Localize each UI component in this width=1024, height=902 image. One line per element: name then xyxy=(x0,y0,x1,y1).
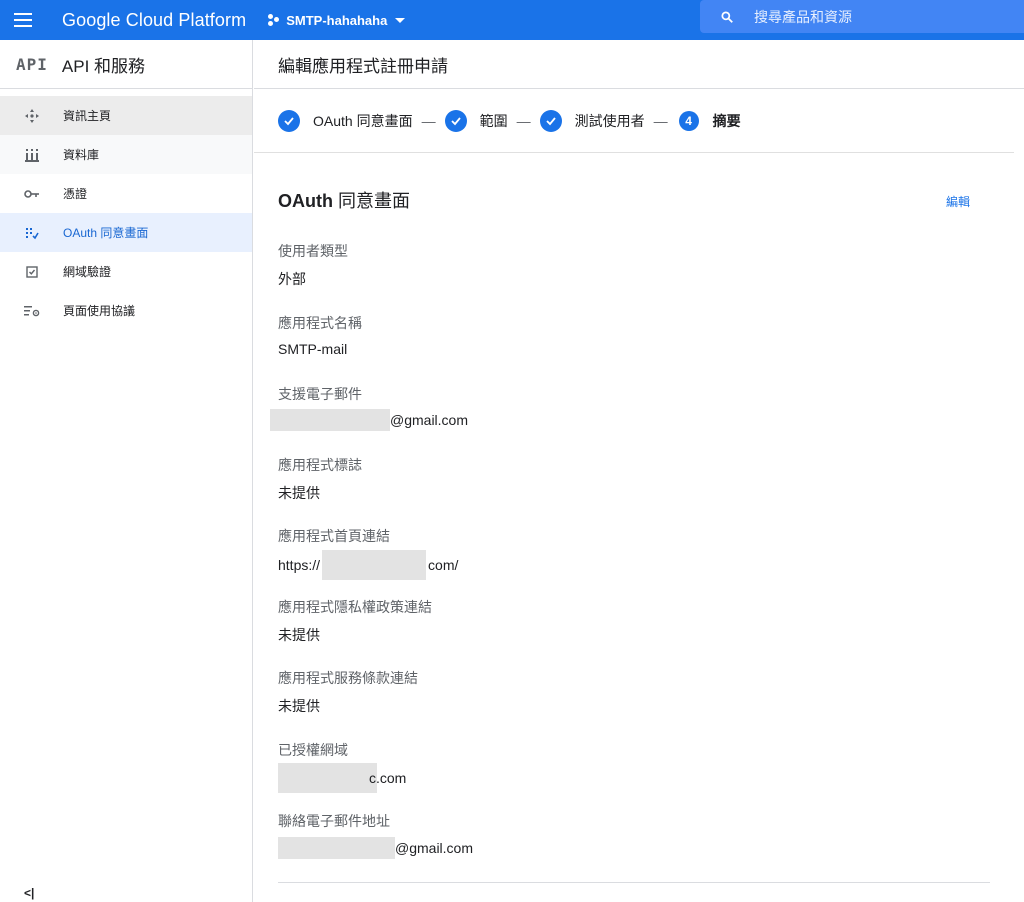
dashboard-icon xyxy=(22,108,42,124)
top-app-bar: Google Cloud Platform SMTP-hahahaha 搜尋產品… xyxy=(0,0,1024,40)
sidebar-item-page-usage-agreements[interactable]: 頁面使用協議 xyxy=(0,291,252,330)
section-title: OAuth 同意畫面 xyxy=(278,187,410,213)
step-oauth-consent[interactable]: OAuth 同意畫面 xyxy=(313,111,413,131)
sidebar-item-dashboard[interactable]: 資訊主頁 xyxy=(0,96,252,135)
check-circle-icon xyxy=(278,110,300,132)
collapse-sidebar-icon[interactable]: <| xyxy=(24,886,34,900)
field-value-contact-email: @gmail.com xyxy=(278,837,473,859)
field-value-support-email: @gmail.com xyxy=(270,409,468,431)
sidebar-item-oauth-consent[interactable]: OAuth 同意畫面 xyxy=(0,213,252,252)
divider xyxy=(278,882,990,883)
edit-link[interactable]: 編輯 xyxy=(946,193,970,210)
section-title-en: OAuth xyxy=(278,191,333,211)
field-label-homepage-link: 應用程式首頁連結 xyxy=(278,528,390,544)
section-title-zh: 同意畫面 xyxy=(338,191,410,211)
sidebar-header: API API 和服務 xyxy=(0,40,252,89)
sidebar: API API 和服務 資訊主頁 資料庫 憑證 OAuth 同意畫面 網域驗證 … xyxy=(0,40,253,902)
step-scopes[interactable]: 範圍 xyxy=(480,111,508,131)
sidebar-title: API 和服務 xyxy=(61,56,146,76)
stepper: OAuth 同意畫面 — 範圍 — 測試使用者 — 4 摘要 xyxy=(278,109,741,133)
project-name: SMTP-hahahaha xyxy=(286,12,388,28)
key-icon xyxy=(22,186,42,202)
step-test-users[interactable]: 測試使用者 xyxy=(575,111,645,131)
chevron-down-icon xyxy=(395,17,406,23)
api-logo: API xyxy=(16,54,48,74)
field-value-authorized-domain: c.com xyxy=(278,763,406,793)
homepage-link-suffix: com/ xyxy=(428,557,459,573)
step-summary[interactable]: 摘要 xyxy=(713,111,741,131)
step-separator: — xyxy=(653,113,668,129)
redacted-block xyxy=(322,550,427,580)
redacted-block xyxy=(278,837,395,859)
project-selector[interactable]: SMTP-hahahaha xyxy=(268,12,406,28)
search-placeholder: 搜尋產品和資源 xyxy=(754,8,852,25)
redacted-block xyxy=(278,763,377,793)
field-value-user-type: 外部 xyxy=(278,271,306,287)
field-value-app-name: SMTP-mail xyxy=(278,341,348,357)
page-header: 編輯應用程式註冊申請 xyxy=(254,40,1024,89)
field-label-support-email: 支援電子郵件 xyxy=(278,386,362,402)
step-number-badge: 4 xyxy=(678,111,699,131)
field-label-terms-link: 應用程式服務條款連結 xyxy=(278,670,418,686)
sidebar-item-label: OAuth 同意畫面 xyxy=(63,226,149,240)
homepage-link-prefix: https:// xyxy=(278,557,321,573)
settings-list-icon xyxy=(22,303,42,319)
contact-email-domain: @gmail.com xyxy=(395,840,474,856)
field-value-terms-link: 未提供 xyxy=(278,698,320,714)
field-label-app-logo: 應用程式標誌 xyxy=(278,457,362,473)
search-input[interactable]: 搜尋產品和資源 xyxy=(700,0,1024,33)
sidebar-item-label: 頁面使用協議 xyxy=(63,304,136,318)
field-label-authorized-domain: 已授權網域 xyxy=(278,742,348,758)
brand-title[interactable]: Google Cloud Platform xyxy=(62,10,246,31)
sidebar-item-label: 網域驗證 xyxy=(63,265,112,279)
field-label-contact-email: 聯絡電子郵件地址 xyxy=(278,813,390,829)
project-dots-icon xyxy=(268,14,280,26)
support-email-domain: @gmail.com xyxy=(390,412,469,428)
field-label-user-type: 使用者類型 xyxy=(278,243,348,259)
sidebar-nav: 資訊主頁 資料庫 憑證 OAuth 同意畫面 網域驗證 頁面使用協議 xyxy=(0,96,252,330)
field-label-app-name: 應用程式名稱 xyxy=(278,315,362,331)
step-separator: — xyxy=(421,113,436,129)
sidebar-item-library[interactable]: 資料庫 xyxy=(0,135,252,174)
search-icon xyxy=(721,10,733,23)
check-circle-icon xyxy=(444,110,467,132)
field-label-privacy-policy-link: 應用程式隱私權政策連結 xyxy=(278,599,432,615)
library-icon xyxy=(22,147,42,163)
field-value-privacy-policy-link: 未提供 xyxy=(278,627,320,643)
field-value-homepage-link: https:// com/ xyxy=(278,550,458,580)
sidebar-item-label: 憑證 xyxy=(63,187,88,201)
sidebar-item-label: 資訊主頁 xyxy=(63,109,112,123)
step-separator: — xyxy=(516,113,531,129)
checkbox-icon xyxy=(22,264,42,280)
sidebar-item-domain-verification[interactable]: 網域驗證 xyxy=(0,252,252,291)
consent-icon xyxy=(22,225,42,241)
sidebar-item-label: 資料庫 xyxy=(63,148,100,162)
check-circle-icon xyxy=(539,110,562,132)
page-title: 編輯應用程式註冊申請 xyxy=(278,56,448,76)
hamburger-menu-icon[interactable] xyxy=(14,0,50,40)
sidebar-item-credentials[interactable]: 憑證 xyxy=(0,174,252,213)
field-value-app-logo: 未提供 xyxy=(278,485,320,501)
divider xyxy=(254,152,1014,153)
authorized-domain-suffix: c.com xyxy=(369,770,407,786)
redacted-block xyxy=(270,409,390,431)
